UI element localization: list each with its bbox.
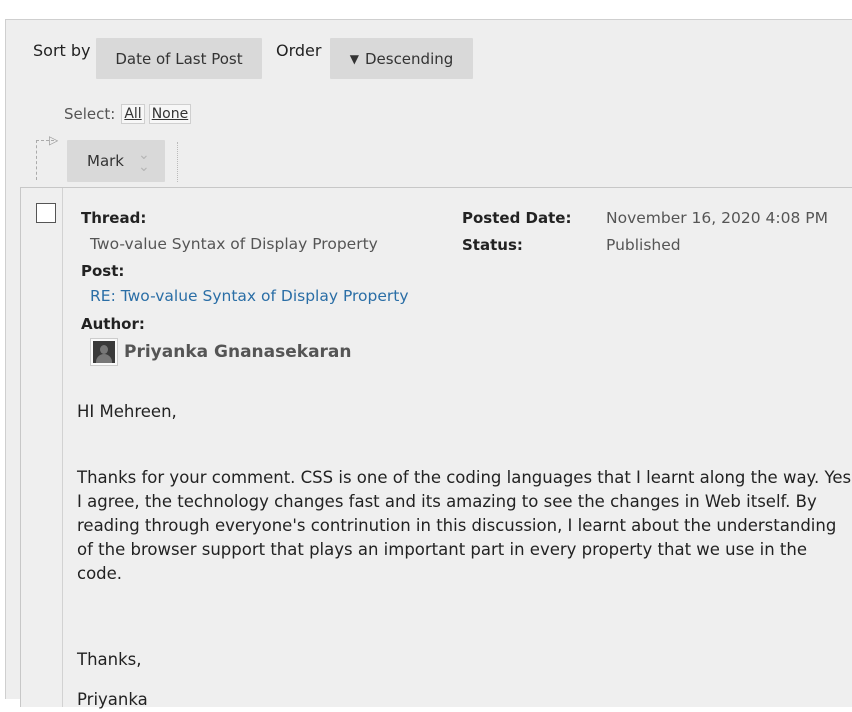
avatar	[90, 338, 118, 366]
order-value: Descending	[364, 49, 454, 68]
paragraph-line: Thanks for your comment. CSS is one of t…	[77, 468, 852, 487]
author: Priyanka Gnanasekaran	[90, 338, 352, 366]
mark-button[interactable]: Mark ⌄ ⌄	[67, 140, 165, 182]
double-chevron-down-icon: ⌄ ⌄	[138, 147, 150, 175]
user-silhouette-icon	[93, 341, 115, 363]
select-all-link[interactable]: All	[121, 104, 145, 124]
select-label: Select:	[64, 105, 116, 123]
triangle-down-icon: ▼	[349, 51, 359, 66]
order-label: Order	[276, 41, 322, 60]
paragraph-line: of the browser support that plays an imp…	[77, 540, 807, 559]
post-item: Thread: Two-value Syntax of Display Prop…	[20, 187, 852, 709]
status-value: Published	[606, 236, 681, 254]
paragraph-line: I agree, the technology changes fast and…	[77, 492, 817, 511]
post-paragraph: Thanks for your comment. CSS is one of t…	[77, 466, 852, 586]
discussion-frame: Sort by Date of Last Post Order ▼ Descen…	[5, 19, 852, 709]
post-title-link[interactable]: RE: Two-value Syntax of Display Property	[90, 287, 409, 305]
paragraph-line: code.	[77, 564, 123, 583]
post-signature: Priyanka	[77, 690, 148, 709]
post-greeting: HI Mehreen,	[77, 402, 177, 421]
author-name: Priyanka Gnanasekaran	[124, 342, 352, 362]
mark-label: Mark	[87, 152, 124, 170]
select-controls: Select: All None	[64, 104, 195, 124]
status-label: Status:	[462, 236, 523, 254]
post-label: Post:	[81, 262, 125, 280]
author-label: Author:	[81, 315, 145, 333]
post-select-checkbox[interactable]	[36, 203, 56, 223]
thread-label: Thread:	[81, 209, 147, 227]
checkbox-column	[21, 188, 63, 707]
posted-date-label: Posted Date:	[462, 209, 572, 227]
posted-date-value: November 16, 2020 4:08 PM	[606, 209, 828, 227]
arrow-right-icon: ▷	[49, 133, 59, 147]
sort-by-label: Sort by	[33, 41, 91, 60]
thread-value: Two-value Syntax of Display Property	[90, 235, 378, 253]
divider	[177, 142, 178, 182]
post-closing: Thanks,	[77, 650, 142, 669]
sort-by-value: Date of Last Post	[115, 49, 243, 68]
select-none-link[interactable]: None	[148, 104, 192, 124]
sort-by-dropdown[interactable]: Date of Last Post	[96, 38, 262, 79]
paragraph-line: reading through everyone's contrinution …	[77, 516, 837, 535]
order-dropdown[interactable]: ▼ Descending	[330, 38, 473, 79]
